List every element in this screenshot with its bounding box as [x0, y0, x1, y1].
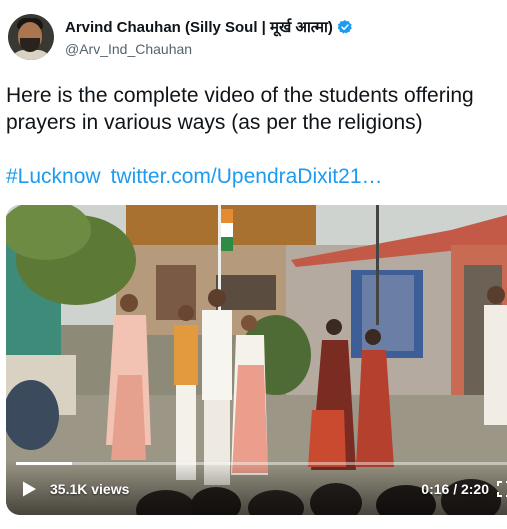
tweet-text: Here is the complete video of the studen… — [6, 82, 507, 190]
tweet-text-line-1: Here is the complete video of the studen… — [6, 84, 474, 107]
tweet-header: Arvind Chauhan (Silly Soul | मूर्ख आत्मा… — [8, 14, 353, 66]
display-name-text[interactable]: Arvind Chauhan (Silly Soul | मूर्ख आत्मा… — [65, 17, 333, 37]
video-progress-fill — [16, 462, 72, 465]
video-time: 0:16 / 2:20 — [421, 481, 489, 497]
hashtag-link[interactable]: #Lucknow — [6, 165, 101, 188]
view-count: 35.1K views — [50, 481, 130, 497]
verified-badge-icon — [337, 20, 352, 34]
tweet-links: #Lucknow twitter.com/UpendraDixit21… — [6, 163, 507, 190]
tweet-footer-spacer — [0, 515, 507, 529]
tweet-text-line-2: prayers in various ways (as per the reli… — [6, 111, 423, 134]
author-display-name[interactable]: Arvind Chauhan (Silly Soul | मूर्ख आत्मा… — [65, 17, 353, 37]
video-controls: 35.1K views 0:16 / 2:20 — [6, 469, 507, 515]
external-link[interactable]: twitter.com/UpendraDixit21… — [111, 165, 383, 188]
fullscreen-icon[interactable] — [497, 481, 507, 497]
video-player[interactable]: 35.1K views 0:16 / 2:20 — [6, 205, 507, 515]
play-icon[interactable] — [20, 480, 38, 498]
author-names: Arvind Chauhan (Silly Soul | मूर्ख आत्मा… — [65, 17, 353, 66]
video-progress-bar[interactable] — [16, 462, 507, 465]
author-handle[interactable]: @Arv_Ind_Chauhan — [65, 41, 353, 57]
user-avatar[interactable] — [8, 14, 54, 60]
